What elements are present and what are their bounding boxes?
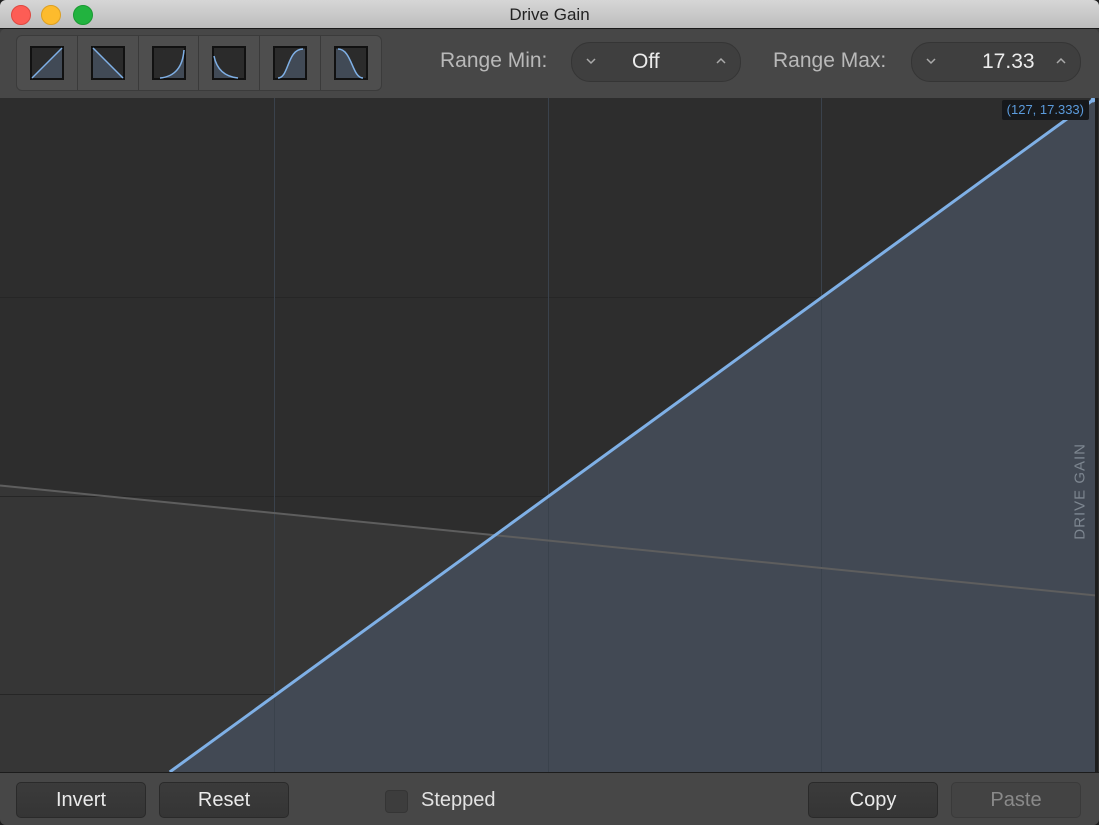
range-max-stepper[interactable]: 17.33: [911, 42, 1081, 82]
range-min-increment-button[interactable]: [711, 51, 731, 74]
curve-graph[interactable]: (127, 17.333) DRIVE GAIN: [0, 98, 1099, 772]
toolbar: Range Min: Off Range Max: 17.33: [0, 29, 1099, 99]
preset-s-curve-falling-button[interactable]: [321, 36, 381, 90]
exp-up-curve-icon: [151, 46, 186, 80]
bottom-bar: Invert Reset Stepped Copy Paste: [0, 772, 1099, 825]
chevron-down-icon: [926, 58, 936, 65]
preset-linear-falling-button[interactable]: [78, 36, 139, 90]
coordinate-tooltip: (127, 17.333): [1001, 100, 1089, 120]
range-min-decrement-button[interactable]: [581, 51, 601, 74]
s-curve-up-icon: [273, 46, 308, 80]
preset-exponential-rising-button[interactable]: [139, 36, 200, 90]
range-max-value[interactable]: 17.33: [982, 50, 1035, 74]
preset-linear-rising-button[interactable]: [17, 36, 78, 90]
range-min-stepper[interactable]: Off: [571, 42, 741, 82]
drive-gain-window: Drive Gain Range Min: Off Range Max: 17.…: [0, 0, 1099, 825]
range-min-value[interactable]: Off: [632, 50, 660, 74]
paste-button[interactable]: Paste: [951, 782, 1081, 818]
linear-down-curve-icon: [90, 46, 125, 80]
preset-s-curve-rising-button[interactable]: [260, 36, 322, 90]
s-curve-down-icon: [334, 46, 369, 80]
range-max-label: Range Max:: [773, 49, 887, 72]
chevron-up-icon: [1056, 57, 1066, 64]
chevron-up-icon: [716, 57, 726, 64]
chevron-down-icon: [586, 58, 596, 65]
range-max-decrement-button[interactable]: [921, 51, 941, 74]
exp-down-curve-icon: [212, 46, 247, 80]
title-bar[interactable]: Drive Gain: [0, 0, 1099, 29]
curve-graph-canvas[interactable]: [0, 98, 1099, 772]
invert-button[interactable]: Invert: [16, 782, 146, 818]
curve-shape-presets: [16, 35, 382, 91]
reset-button[interactable]: Reset: [159, 782, 289, 818]
range-min-label: Range Min:: [440, 49, 548, 72]
preset-exponential-falling-button[interactable]: [199, 36, 261, 90]
linear-up-curve-icon: [29, 46, 64, 80]
stepped-label: Stepped: [421, 789, 496, 811]
y-axis-label: DRIVE GAIN: [1072, 443, 1089, 540]
copy-button[interactable]: Copy: [808, 782, 938, 818]
window-title: Drive Gain: [509, 5, 590, 24]
stepped-checkbox[interactable]: [385, 790, 408, 813]
range-max-increment-button[interactable]: [1051, 51, 1071, 74]
